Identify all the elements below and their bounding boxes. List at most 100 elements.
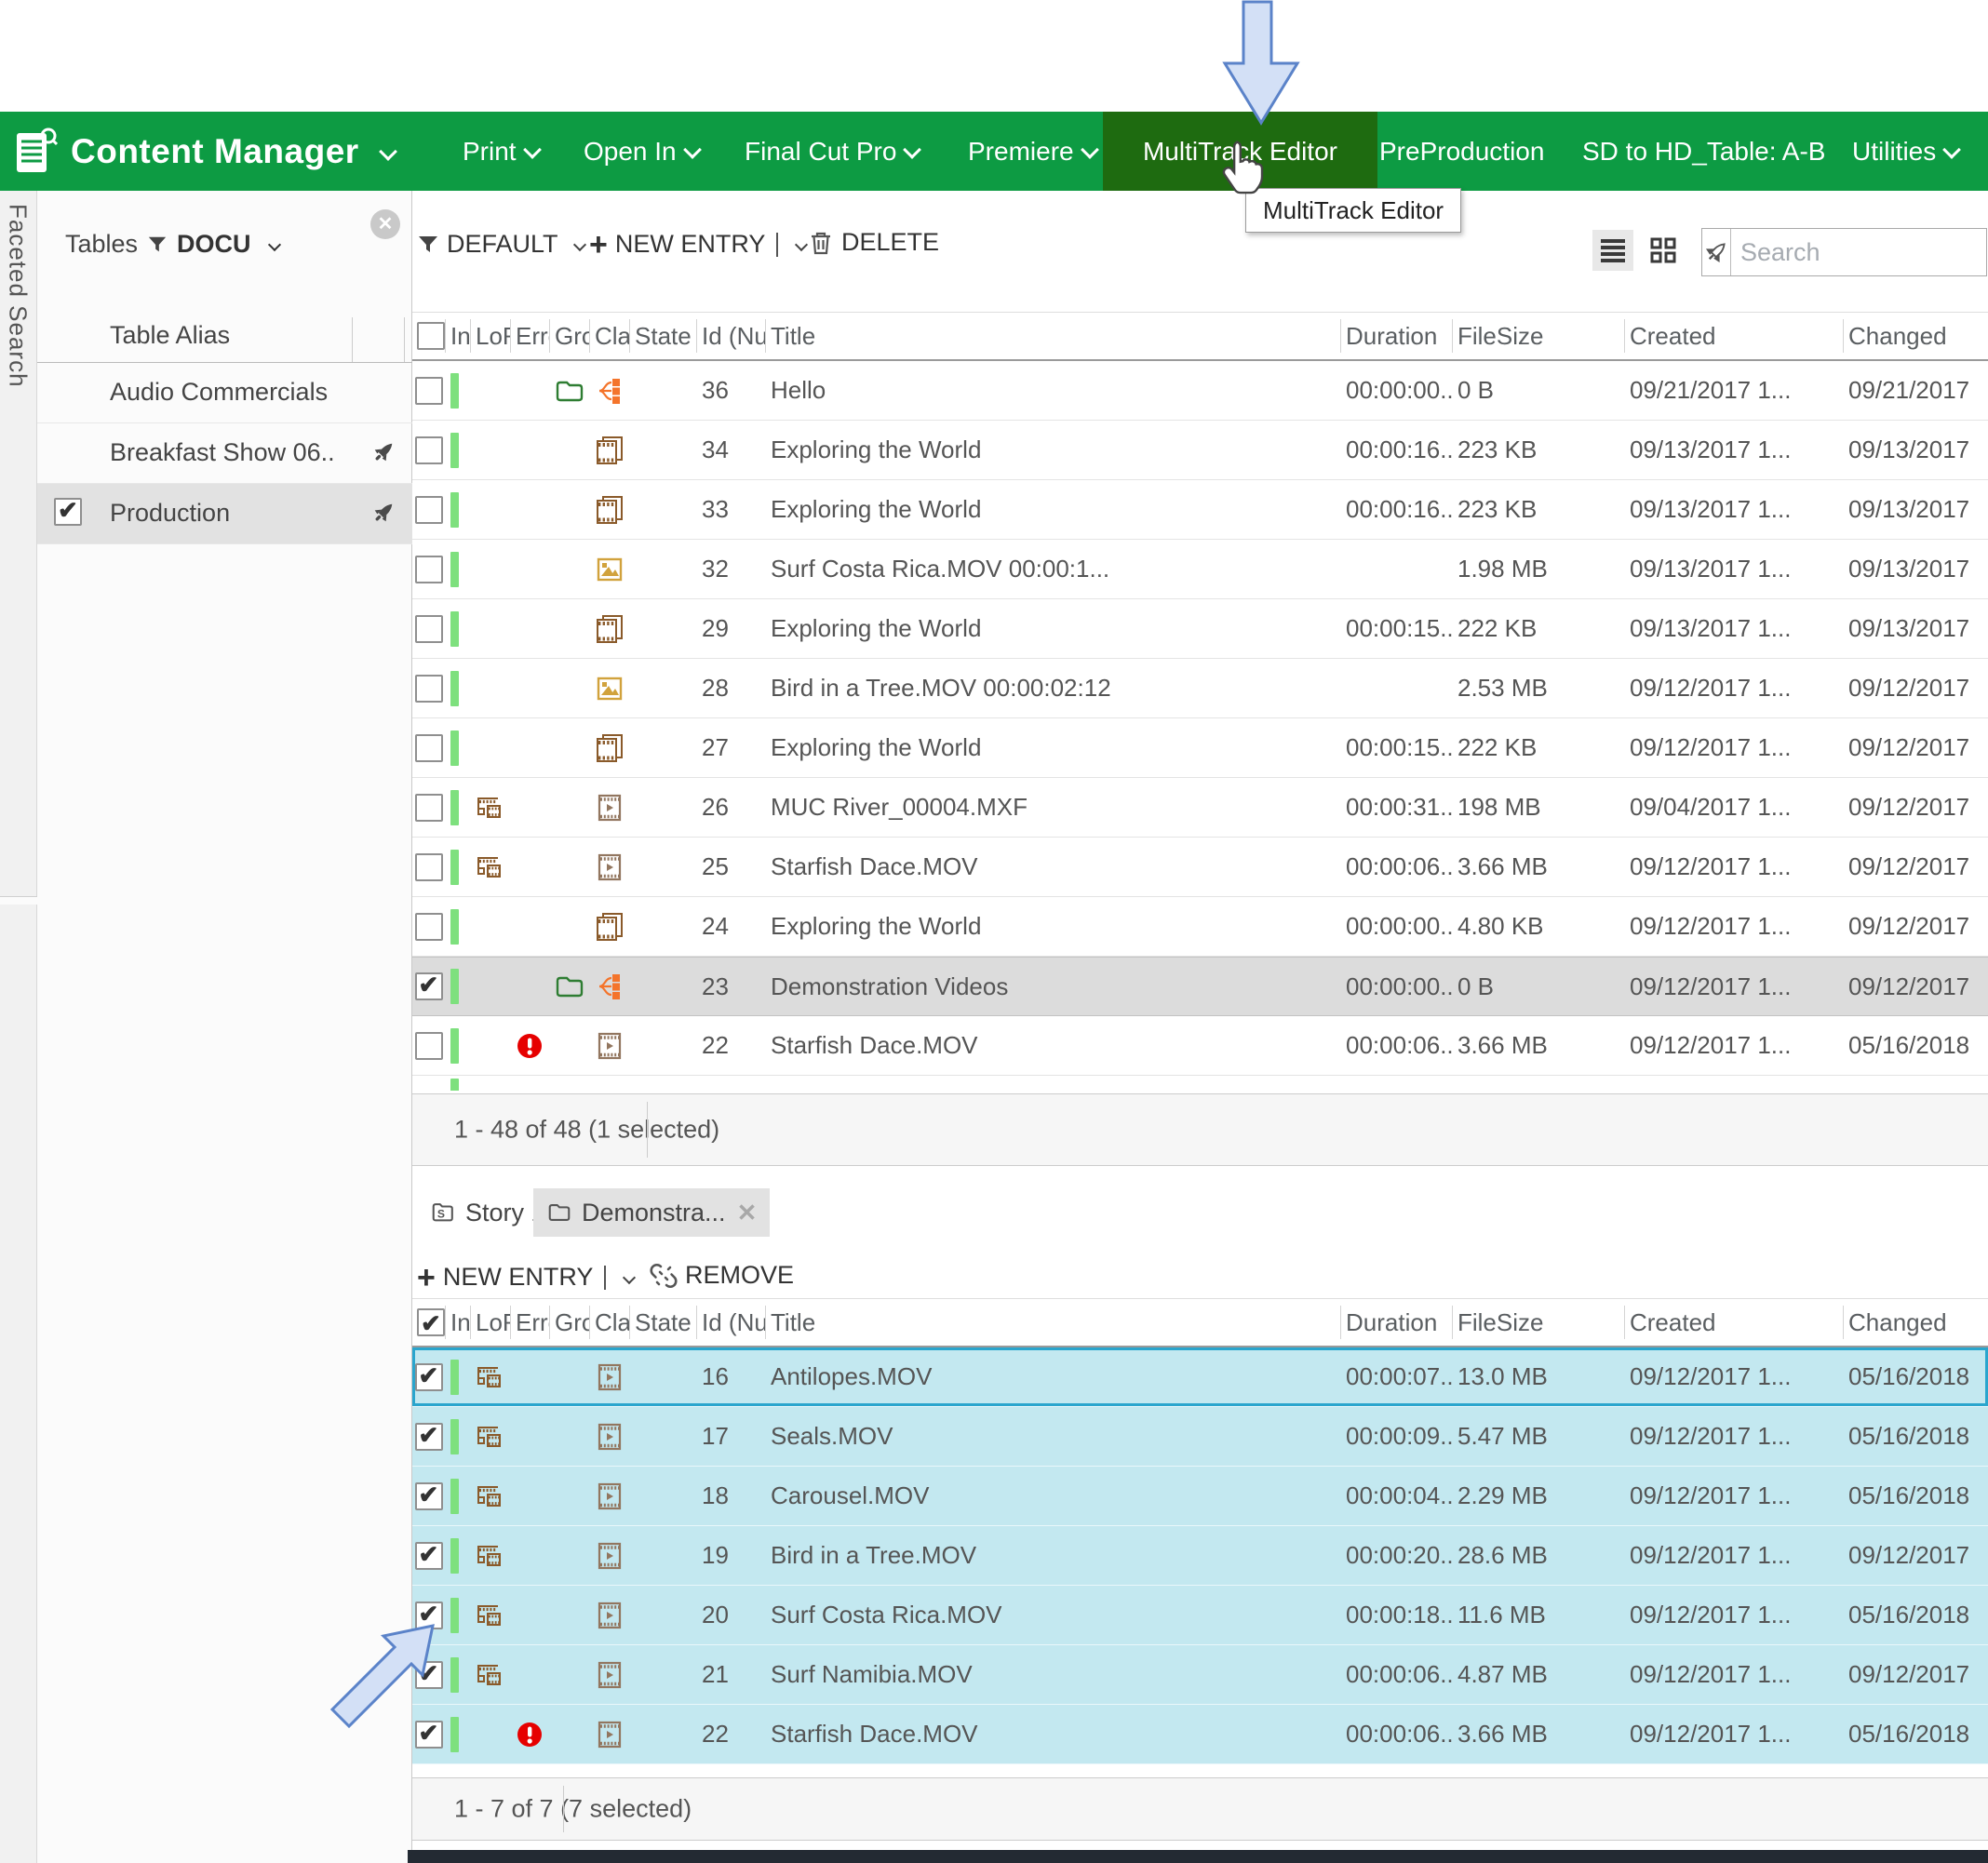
menu-item-sd-to-hd[interactable]: SD to HD_Table: A-B [1582,112,1825,191]
search-input[interactable] [1731,229,1988,275]
column-header-title[interactable]: Title [765,1306,1340,1339]
table-row[interactable]: 22Starfish Dace.MOV00:00:06....3.66 MB09… [412,1705,1988,1764]
menu-item-open-in[interactable]: Open In [584,112,699,191]
column-header-lore[interactable]: LoRe [470,319,510,353]
table-row[interactable]: 28Bird in a Tree.MOV 00:00:02:122.53 MB0… [412,659,1988,718]
search-rocket-icon[interactable] [1702,229,1731,275]
menu-item-print[interactable]: Print [463,112,539,191]
row-checkbox[interactable] [415,496,443,524]
close-icon[interactable]: ✕ [370,209,400,239]
column-header-id-numb[interactable]: Id (Numb [696,1306,765,1339]
column-header-grou[interactable]: Grou [549,1306,589,1339]
sidebar-table-row[interactable]: Breakfast Show 06... [37,423,412,484]
faceted-search-panel[interactable]: Faceted Search [0,191,37,1863]
row-checkbox[interactable] [415,377,443,405]
row-checkbox[interactable] [415,913,443,941]
rocket-icon[interactable] [369,438,397,466]
table-row[interactable]: 23Demonstration Videos00:00:00....0 B09/… [412,957,1988,1016]
list-view-button[interactable] [1592,230,1633,271]
row-checkbox[interactable] [54,498,82,526]
column-header-title[interactable]: Title [765,319,1340,353]
default-filter-button[interactable]: DEFAULT [417,230,584,259]
column-header-state[interactable]: State [629,319,696,353]
table-row[interactable]: 26MUC River_00004.MXF00:00:31....198 MB0… [412,778,1988,838]
row-checkbox[interactable] [415,615,443,643]
menu-item-utilities[interactable]: Utilities [1852,112,1958,191]
filesize-cell-text: 4.80 KB [1452,912,1544,941]
created-cell: 09/12/2017 1... [1624,1541,1843,1570]
select-cell [412,1423,445,1451]
table-row[interactable]: 22Starfish Dace.MOV00:00:06....3.66 MB09… [412,1016,1988,1076]
table-alias-header[interactable]: Table Alias [37,310,412,363]
table-row[interactable]: 25Starfish Dace.MOV00:00:06....3.66 MB09… [412,838,1988,897]
filter-funnel-icon[interactable] [147,235,168,255]
row-checkbox[interactable] [415,1423,443,1451]
table-row[interactable]: 18Carousel.MOV00:00:04....2.29 MB09/12/2… [412,1467,1988,1526]
select-all-checkbox[interactable] [417,322,445,350]
column-header-error[interactable]: Error [510,319,549,353]
column-header-duration[interactable]: Duration [1340,1306,1452,1339]
row-checkbox[interactable] [415,1363,443,1391]
table-row[interactable]: 20Surf Costa Rica.MOV00:00:18....11.6 MB… [412,1586,1988,1645]
column-header-created[interactable]: Created [1624,1306,1843,1339]
table-row[interactable]: 34Exploring the World00:00:16....223 KB0… [412,421,1988,480]
column-header-lore[interactable]: LoRe [470,1306,510,1339]
column-header-in[interactable]: In [445,319,470,353]
rocket-icon[interactable] [369,499,397,527]
menu-item-premiere[interactable]: Premiere [968,112,1096,191]
column-header-changed[interactable]: Changed [1843,1306,1988,1339]
column-header-grou[interactable]: Grou [549,319,589,353]
table-row[interactable]: 33Exploring the World00:00:16....223 KB0… [412,480,1988,540]
video-clip-icon [595,1031,625,1061]
grid-view-button[interactable] [1643,230,1684,271]
column-header-duration[interactable]: Duration [1340,319,1452,353]
row-checkbox[interactable] [415,853,443,881]
select-all-checkbox[interactable] [417,1308,445,1336]
close-icon[interactable]: ✕ [737,1199,758,1227]
row-checkbox[interactable] [415,794,443,822]
row-checkbox[interactable] [415,734,443,762]
delete-button[interactable]: DELETE [808,228,939,257]
row-checkbox[interactable] [415,972,443,1000]
row-checkbox[interactable] [415,556,443,583]
row-checkbox[interactable] [415,436,443,464]
row-checkbox[interactable] [415,1542,443,1570]
table-row[interactable]: 17Seals.MOV00:00:09....5.47 MB09/12/2017… [412,1407,1988,1467]
remove-button[interactable]: REMOVE [650,1261,794,1290]
column-header-error[interactable]: Error [510,1306,549,1339]
row-checkbox[interactable] [415,1482,443,1510]
changed-cell-text: 05/16/2018 [1843,1031,1969,1060]
column-header-created[interactable]: Created [1624,319,1843,353]
sidebar-table-row[interactable]: Audio Commercials [37,363,412,423]
id-cell: 19 [696,1541,765,1570]
column-header-filesize[interactable]: FileSize [1452,1306,1624,1339]
table-row[interactable]: 29Exploring the World00:00:15....222 KB0… [412,599,1988,659]
column-header-class[interactable]: Class [589,1306,629,1339]
new-entry-button[interactable]: + NEW ENTRY [589,230,806,259]
column-header-id-numb[interactable]: Id (Numb [696,319,765,353]
table-row[interactable]: 32Surf Costa Rica.MOV 00:00:1...1.98 MB0… [412,540,1988,599]
app-brand[interactable]: Content Manager [15,112,395,191]
chevron-down-icon[interactable] [267,237,280,250]
id-cell: 29 [696,614,765,643]
filesize-cell-text: 3.66 MB [1452,1031,1548,1060]
table-row[interactable]: 24Exploring the World00:00:00....4.80 KB… [412,897,1988,957]
tables-filter-value[interactable]: DOCU [177,230,251,259]
table-row[interactable]: 36Hello00:00:00....0 B09/21/2017 1...09/… [412,361,1988,421]
related-chip-2[interactable]: Demonstra...✕ [533,1188,770,1237]
row-checkbox[interactable] [415,1032,443,1060]
table-row[interactable]: 16Antilopes.MOV00:00:07....13.0 MB09/12/… [412,1347,1988,1407]
column-header-state[interactable]: State [629,1306,696,1339]
column-header-changed[interactable]: Changed [1843,319,1988,353]
table-row[interactable]: 27Exploring the World00:00:15....222 KB0… [412,718,1988,778]
table-row[interactable]: 21Surf Namibia.MOV00:00:06....4.87 MB09/… [412,1645,1988,1705]
sidebar-table-row[interactable]: Production [37,484,412,544]
row-checkbox[interactable] [415,675,443,703]
related-new-entry-button[interactable]: + NEW ENTRY [417,1263,634,1292]
menu-item-preproduction[interactable]: PreProduction [1379,112,1544,191]
column-header-in[interactable]: In [445,1306,470,1339]
column-header-filesize[interactable]: FileSize [1452,319,1624,353]
table-row[interactable]: 19Bird in a Tree.MOV00:00:20....28.6 MB0… [412,1526,1988,1586]
column-header-class[interactable]: Class [589,319,629,353]
menu-item-final-cut-pro[interactable]: Final Cut Pro [745,112,919,191]
